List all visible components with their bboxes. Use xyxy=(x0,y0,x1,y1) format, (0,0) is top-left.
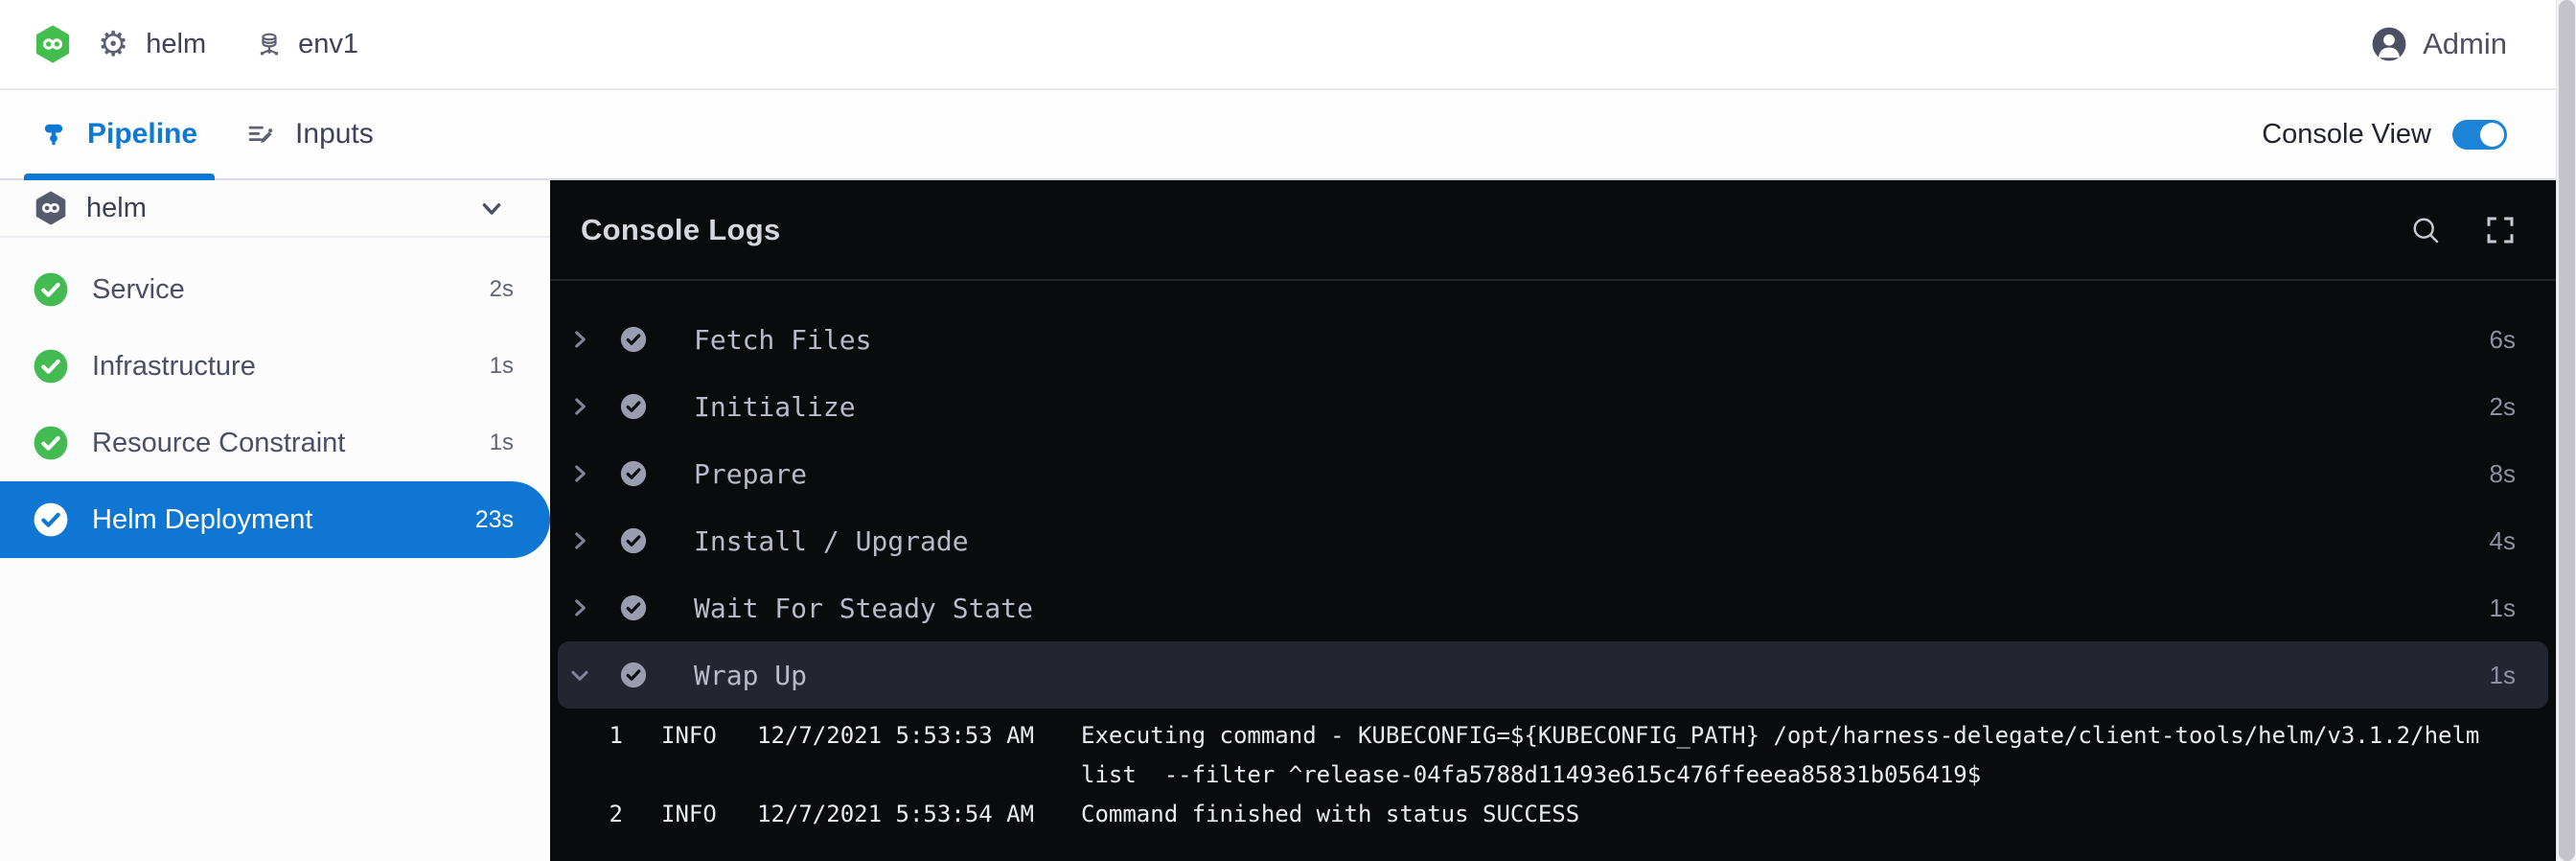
tab-inputs-label: Inputs xyxy=(295,118,374,151)
tab-inputs[interactable]: Inputs xyxy=(228,90,391,178)
console-title: Console Logs xyxy=(581,213,781,247)
sidebar-item-duration: 23s xyxy=(475,506,514,534)
sidebar-item-label: Service xyxy=(92,274,185,306)
sidebar-item-service[interactable]: Service 2s xyxy=(0,251,550,328)
environment-name: env1 xyxy=(298,29,358,60)
step-duration: 8s xyxy=(2490,459,2516,489)
success-check-icon xyxy=(33,348,69,384)
environment-breadcrumb[interactable]: env1 xyxy=(256,29,358,60)
chevron-right-icon[interactable] xyxy=(567,394,592,419)
chevron-down-icon[interactable] xyxy=(477,194,506,222)
log-line: 1 INFO 12/7/2021 5:53:53 AM Executing co… xyxy=(602,716,2556,795)
success-check-icon xyxy=(33,425,69,461)
log-level: INFO xyxy=(661,795,730,834)
avatar-icon xyxy=(2371,26,2407,62)
step-name: Prepare xyxy=(694,458,807,490)
pipeline-icon xyxy=(41,120,66,149)
log-timestamp: 12/7/2021 5:53:54 AM xyxy=(757,795,1046,834)
step-list: Fetch Files 6s Initialize 2s xyxy=(550,281,2556,709)
stage-header[interactable]: helm xyxy=(0,180,550,238)
sidebar-item-resource-constraint[interactable]: Resource Constraint 1s xyxy=(0,405,550,481)
chevron-right-icon[interactable] xyxy=(567,327,592,352)
step-duration: 6s xyxy=(2490,325,2516,355)
log-message: Executing command - KUBECONFIG=${KUBECON… xyxy=(1081,716,2518,795)
success-check-icon xyxy=(33,271,69,308)
step-name: Install / Upgrade xyxy=(694,525,969,557)
user-name: Admin xyxy=(2423,27,2507,61)
harness-logo-icon[interactable] xyxy=(34,24,71,64)
fullscreen-button[interactable] xyxy=(2483,213,2518,247)
log-line-number: 2 xyxy=(602,795,623,834)
sidebar-item-label: Infrastructure xyxy=(92,351,256,383)
step-duration: 1s xyxy=(2490,593,2516,623)
inputs-icon xyxy=(245,120,274,149)
step-name: Fetch Files xyxy=(694,324,871,356)
step-duration: 2s xyxy=(2490,392,2516,422)
step-row-install-upgrade[interactable]: Install / Upgrade 4s xyxy=(558,507,2548,574)
chevron-right-icon[interactable] xyxy=(567,461,592,486)
step-name: Initialize xyxy=(694,391,856,423)
step-row-initialize[interactable]: Initialize 2s xyxy=(558,373,2548,440)
gear-icon[interactable]: ⚙ xyxy=(98,27,128,61)
scrollbar-thumb[interactable] xyxy=(2559,0,2575,861)
log-line-number: 1 xyxy=(602,716,623,756)
project-breadcrumb[interactable]: helm xyxy=(146,29,206,60)
console-view-toggle[interactable] xyxy=(2452,120,2507,150)
console-header: Console Logs xyxy=(550,180,2556,281)
console-view-label: Console View xyxy=(2262,119,2431,151)
chevron-down-icon[interactable] xyxy=(567,663,592,687)
step-success-icon xyxy=(619,459,648,488)
step-success-icon xyxy=(619,325,648,354)
step-success-icon xyxy=(619,593,648,622)
sidebar-item-label: Resource Constraint xyxy=(92,428,345,459)
stage-sidebar: helm Service 2s Infras xyxy=(0,180,550,861)
log-level: INFO xyxy=(661,716,730,756)
step-duration: 1s xyxy=(2490,661,2516,690)
stage-hexagon-icon xyxy=(34,191,67,225)
sidebar-item-duration: 2s xyxy=(490,276,514,303)
log-line: 2 INFO 12/7/2021 5:53:54 AM Command fini… xyxy=(602,795,2556,834)
environment-icon xyxy=(256,30,283,58)
step-row-prepare[interactable]: Prepare 8s xyxy=(558,440,2548,507)
search-icon xyxy=(2408,213,2443,247)
search-button[interactable] xyxy=(2408,213,2443,247)
step-success-icon xyxy=(619,661,648,689)
user-menu[interactable]: Admin xyxy=(2371,26,2507,62)
console-panel: Console Logs xyxy=(550,180,2556,861)
log-message: Command finished with status SUCCESS xyxy=(1081,795,2518,834)
tab-pipeline[interactable]: Pipeline xyxy=(24,90,215,178)
step-row-wrap-up[interactable]: Wrap Up 1s xyxy=(558,641,2548,709)
success-check-icon xyxy=(33,501,69,538)
step-name: Wrap Up xyxy=(694,660,807,691)
toggle-knob xyxy=(2480,123,2504,147)
step-success-icon xyxy=(619,526,648,555)
log-timestamp: 12/7/2021 5:53:53 AM xyxy=(757,716,1046,756)
tab-pipeline-label: Pipeline xyxy=(87,118,197,151)
stage-title: helm xyxy=(86,193,147,224)
step-success-icon xyxy=(619,392,648,421)
sidebar-item-duration: 1s xyxy=(490,430,514,456)
sidebar-item-duration: 1s xyxy=(490,353,514,380)
chevron-right-icon[interactable] xyxy=(567,528,592,553)
sidebar-item-infrastructure[interactable]: Infrastructure 1s xyxy=(0,328,550,405)
sidebar-item-helm-deployment[interactable]: Helm Deployment 23s xyxy=(0,481,550,558)
fullscreen-icon xyxy=(2483,213,2518,247)
top-bar: ⚙ helm env1 xyxy=(0,0,2576,90)
log-output: 1 INFO 12/7/2021 5:53:53 AM Executing co… xyxy=(550,709,2556,834)
step-row-fetch-files[interactable]: Fetch Files 6s xyxy=(558,306,2548,373)
chevron-right-icon[interactable] xyxy=(567,595,592,620)
step-duration: 4s xyxy=(2490,526,2516,556)
page-scrollbar[interactable] xyxy=(2556,0,2576,861)
tab-bar: Pipeline Inputs Console View xyxy=(0,90,2576,180)
sidebar-item-label: Helm Deployment xyxy=(92,504,312,536)
step-name: Wait For Steady State xyxy=(694,593,1033,624)
step-row-wait-for-steady-state[interactable]: Wait For Steady State 1s xyxy=(558,574,2548,641)
